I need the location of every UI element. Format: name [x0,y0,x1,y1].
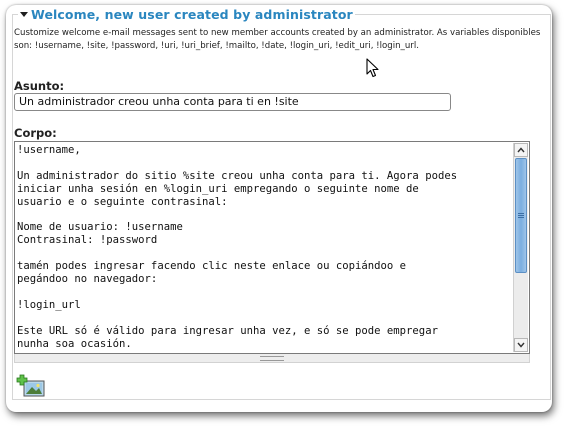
scrollbar-grip-icon [518,212,524,219]
collapse-arrow-icon[interactable] [20,11,28,17]
body-scrollbar[interactable] [513,143,528,352]
fieldset-description: Customize welcome e-mail messages sent t… [14,28,541,51]
body-text[interactable]: !username, Un administrador do sitio %si… [17,144,512,351]
textarea-resize-handle[interactable] [14,354,530,363]
chevron-down-icon[interactable] [514,338,528,352]
resize-grip-icon [260,355,284,361]
chevron-up-icon[interactable] [514,143,528,157]
add-image-icon[interactable] [16,374,46,398]
body-textarea[interactable]: !username, Un administrador do sitio %si… [14,141,530,354]
subject-label: Asunto: [14,79,65,93]
body-label: Corpo: [14,126,57,140]
mouse-pointer-icon [366,58,380,78]
scrollbar-thumb[interactable] [515,158,527,273]
subject-input[interactable]: Un administrador creou unha conta para t… [14,93,451,111]
fieldset-title[interactable]: Welcome, new user created by administrat… [31,7,353,22]
fieldset-legend[interactable]: Welcome, new user created by administrat… [18,6,355,22]
